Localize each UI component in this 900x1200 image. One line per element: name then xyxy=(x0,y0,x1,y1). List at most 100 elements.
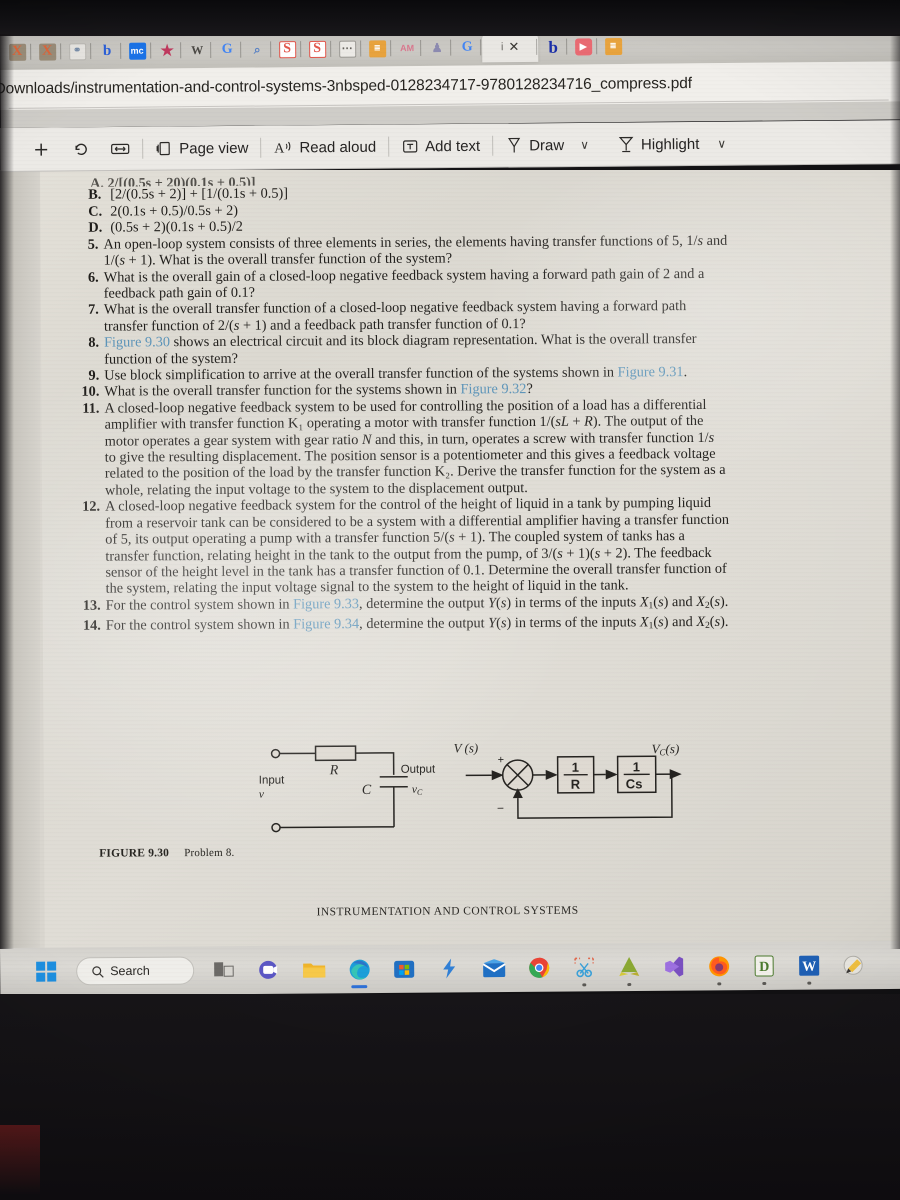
pdf-viewer-toolbar: Page view A Read aloud Add text Draw ∨ H… xyxy=(0,120,900,172)
add-text-button[interactable]: Add text xyxy=(397,135,484,158)
read-aloud-button[interactable]: A Read aloud xyxy=(269,136,380,159)
question-item: 11. A closed-loop negative feedback syste… xyxy=(69,396,880,499)
question-number: 8. xyxy=(88,334,100,351)
w-tab[interactable]: W xyxy=(182,35,212,65)
draw-button[interactable]: Draw xyxy=(501,133,568,158)
excel-icon: X xyxy=(38,42,56,61)
excel-tab-1[interactable]: X xyxy=(2,37,32,67)
excel-tab-2[interactable]: X xyxy=(32,36,62,66)
question-item: 14. For the control system shown in Figur… xyxy=(71,613,881,638)
output-sub-label: vC xyxy=(412,784,423,797)
close-icon[interactable]: ✕ xyxy=(508,39,519,55)
bold-b-tab[interactable]: b xyxy=(538,32,568,62)
blue-b-tab[interactable]: b xyxy=(92,36,122,66)
mail-button[interactable] xyxy=(479,953,509,983)
google-tab[interactable]: G xyxy=(212,35,242,65)
question-number: 7. xyxy=(88,302,99,319)
windows-logo-icon xyxy=(36,961,57,982)
inkscape-button[interactable] xyxy=(614,952,644,982)
figure-link[interactable]: Figure 9.31 xyxy=(618,364,684,380)
svg-text:W: W xyxy=(802,960,816,975)
figure-link[interactable]: Figure 9.30 xyxy=(104,334,170,350)
snip-button[interactable] xyxy=(569,952,599,982)
taskbar-search-label: Search xyxy=(110,963,150,979)
question-item: 12. A closed-loop negative feedback syste… xyxy=(70,494,881,597)
zoom-in-button[interactable] xyxy=(28,139,54,161)
store-button[interactable] xyxy=(389,954,419,984)
draw-label: Draw xyxy=(529,136,565,154)
file-explorer-button[interactable] xyxy=(299,954,329,984)
answer-option-label: B. xyxy=(88,186,102,203)
pdf-viewer-canvas[interactable]: A. 2/[(0.5s + 20)(0.1s + 0.5)] B. [2/(0.5… xyxy=(0,170,900,950)
question-list: 5. An open-loop system consists of three … xyxy=(68,232,880,639)
pdf-tab[interactable]: i ✕ xyxy=(482,31,539,63)
word-button[interactable]: W xyxy=(794,951,824,981)
vscode-icon xyxy=(665,956,684,977)
question-text: What is the overall transfer function of… xyxy=(104,297,879,335)
fit-width-button[interactable] xyxy=(106,139,134,159)
teams-button[interactable] xyxy=(254,955,284,985)
google-tab-2[interactable]: G xyxy=(452,32,482,62)
paint-button[interactable] xyxy=(839,950,869,980)
output-signal-label: VC(s) xyxy=(652,741,680,757)
mc-icon: mc xyxy=(128,42,146,60)
question-number: 10. xyxy=(81,384,100,401)
browser-address-bar[interactable]: Downloads/instrumentation-and-control-sy… xyxy=(0,61,900,110)
orange-tab[interactable]: ≣ xyxy=(362,33,392,63)
highlight-button[interactable]: Highlight xyxy=(613,132,704,157)
letter-b-icon: b xyxy=(102,42,112,59)
taskbar-icon-group: Search D W xyxy=(31,950,869,987)
input-label: Input xyxy=(259,775,285,787)
draw-chevron-down-icon[interactable]: ∨ xyxy=(576,136,593,154)
search-tab[interactable]: ⌕ xyxy=(242,34,272,64)
edge-button[interactable] xyxy=(344,954,374,984)
address-bar-text[interactable]: Downloads/instrumentation-and-control-sy… xyxy=(0,75,692,98)
chrome-icon xyxy=(529,957,550,978)
vscode-button[interactable] xyxy=(659,952,689,982)
question-number: 11. xyxy=(82,400,100,417)
taskview-button[interactable] xyxy=(209,955,239,985)
link-icon: ⚭ xyxy=(68,42,86,60)
docs-button[interactable]: D xyxy=(749,951,779,981)
red-reflection xyxy=(0,1125,40,1195)
question-item: 5. An open-loop system consists of three … xyxy=(68,232,878,270)
question-number: 14. xyxy=(82,617,101,634)
star-icon: ★ xyxy=(160,41,174,59)
block1-denominator: R xyxy=(571,777,581,792)
scribd-tab-2[interactable]: S xyxy=(302,34,332,64)
firefox-icon xyxy=(709,956,730,977)
paint-icon xyxy=(843,955,863,975)
firefox-button[interactable] xyxy=(704,951,734,981)
link-tab[interactable]: ⚭ xyxy=(62,36,92,66)
scribd-tab-1[interactable]: S xyxy=(272,34,302,64)
google-icon: G xyxy=(461,39,473,55)
add-text-icon xyxy=(401,137,419,155)
microsoft-store-icon xyxy=(394,960,415,978)
box-tab[interactable]: ⋯ xyxy=(332,34,362,64)
highlight-chevron-down-icon[interactable]: ∨ xyxy=(713,135,730,153)
windows-taskbar: Search D W xyxy=(0,940,900,996)
page-view-button[interactable]: Page view xyxy=(151,137,252,160)
rotate-button[interactable] xyxy=(68,138,94,160)
lightning-button[interactable] xyxy=(434,953,464,983)
magnifier-icon: ⌕ xyxy=(253,42,261,57)
figure-link[interactable]: Figure 9.34 xyxy=(293,616,359,632)
star-tab[interactable]: ★ xyxy=(152,35,182,65)
taskbar-search-box[interactable]: Search xyxy=(76,956,195,986)
mc-tab[interactable]: mc xyxy=(122,36,152,66)
orange-doc-icon: ≣ xyxy=(604,37,622,55)
edge-icon xyxy=(349,959,370,980)
svg-text:D: D xyxy=(759,960,769,975)
chrome-button[interactable] xyxy=(524,953,554,983)
answer-option-label: D. xyxy=(88,219,103,236)
start-button[interactable] xyxy=(31,957,61,987)
figure-link[interactable]: Figure 9.32 xyxy=(460,381,526,397)
address-bar-underline xyxy=(8,99,889,109)
figure-link[interactable]: Figure 9.33 xyxy=(293,596,359,612)
question-text: An open-loop system consists of three el… xyxy=(103,232,878,270)
page-view-label: Page view xyxy=(179,139,249,157)
profile-tab[interactable]: ♟ xyxy=(422,33,452,63)
question-number: 13. xyxy=(82,597,101,614)
document-content: A. 2/[(0.5s + 20)(0.1s + 0.5)] B. [2/(0.5… xyxy=(68,171,881,638)
am-tab[interactable]: AM xyxy=(392,33,422,63)
